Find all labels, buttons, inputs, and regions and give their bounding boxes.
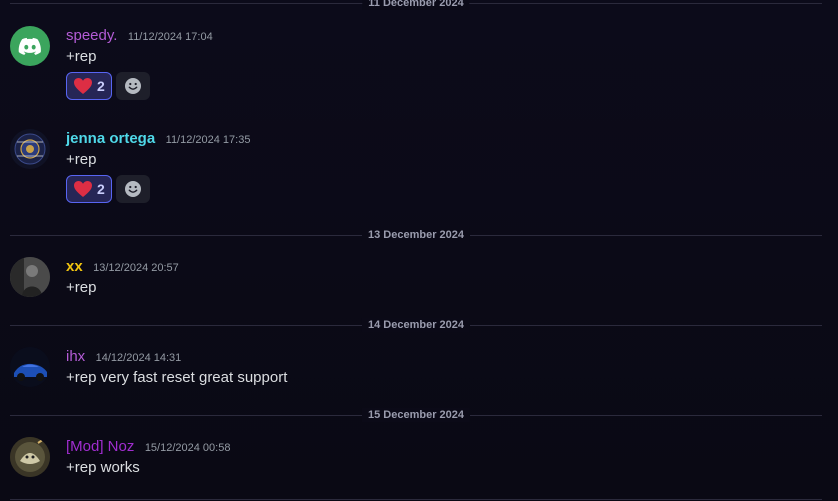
timestamp: 14/12/2024 14:31 — [95, 352, 182, 364]
username[interactable]: [Mod] Noz — [66, 438, 134, 455]
message-body: speedy. 11/12/2024 17:04 +rep 2 — [66, 26, 828, 100]
message-header: jenna ortega 11/12/2024 17:35 — [66, 129, 828, 149]
avatar[interactable] — [10, 26, 50, 66]
badge-logo-icon — [10, 129, 50, 169]
timestamp: 11/12/2024 17:35 — [165, 134, 251, 146]
discord-logo-icon — [18, 37, 41, 55]
message-content: +rep — [66, 279, 97, 296]
message[interactable]: ihx 14/12/2024 14:31 +rep very fast rese… — [10, 347, 828, 391]
avatar[interactable] — [10, 129, 50, 169]
car-photo-icon — [10, 347, 50, 387]
message[interactable]: xx 13/12/2024 20:57 +rep — [10, 257, 828, 301]
username[interactable]: jenna ortega — [66, 130, 155, 147]
reaction-heart[interactable]: 2 — [66, 72, 112, 100]
timestamp: 11/12/2024 17:04 — [127, 31, 213, 43]
message-header: ihx 14/12/2024 14:31 — [66, 347, 828, 367]
user-photo-icon — [10, 257, 50, 297]
smiley-icon — [124, 78, 141, 94]
chat-log: 11 December 2024 speedy. 11/12/2024 17:0… — [0, 0, 838, 501]
username[interactable]: xx — [66, 258, 83, 275]
message-body: [Mod] Noz 15/12/2024 00:58 +rep works — [66, 437, 828, 479]
message[interactable]: [Mod] Noz 15/12/2024 00:58 +rep works — [10, 437, 828, 481]
message-content: +rep — [66, 48, 97, 65]
date-divider: 11 December 2024 — [10, 0, 822, 10]
reactions-bar: 2 — [66, 72, 828, 100]
message[interactable]: speedy. 11/12/2024 17:04 +rep 2 — [10, 26, 828, 106]
avatar[interactable] — [10, 437, 50, 477]
add-reaction-button[interactable] — [115, 175, 150, 203]
message[interactable]: jenna ortega 11/12/2024 17:35 +rep 2 — [10, 129, 828, 209]
username[interactable]: speedy. — [66, 27, 117, 44]
reactions-bar: 2 — [66, 175, 828, 203]
timestamp: 15/12/2024 00:58 — [144, 442, 231, 454]
date-divider-label: 13 December 2024 — [361, 228, 471, 242]
avatar[interactable] — [10, 257, 50, 297]
message-content: +rep works — [66, 459, 140, 476]
timestamp: 13/12/2024 20:57 — [93, 262, 179, 274]
message-header: speedy. 11/12/2024 17:04 — [66, 26, 828, 46]
username[interactable]: ihx — [66, 348, 85, 365]
message-content: +rep very fast reset great support — [66, 369, 288, 386]
date-divider: 13 December 2024 — [10, 228, 822, 242]
date-divider-label: 15 December 2024 — [361, 408, 471, 422]
heart-icon — [74, 78, 92, 94]
date-divider-label: 11 December 2024 — [362, 0, 470, 10]
message-header: xx 13/12/2024 20:57 — [66, 257, 828, 277]
message-header: [Mod] Noz 15/12/2024 00:58 — [66, 437, 828, 457]
date-divider — [10, 499, 822, 500]
message-body: xx 13/12/2024 20:57 +rep — [66, 257, 828, 299]
smiley-icon — [124, 181, 141, 197]
message-body: ihx 14/12/2024 14:31 +rep very fast rese… — [66, 347, 828, 389]
reaction-count: 2 — [97, 78, 105, 94]
reaction-heart[interactable]: 2 — [66, 175, 112, 203]
creature-photo-icon — [10, 437, 50, 477]
add-reaction-button[interactable] — [115, 72, 150, 100]
date-divider: 14 December 2024 — [10, 318, 822, 332]
heart-icon — [74, 181, 92, 197]
reaction-count: 2 — [97, 181, 105, 197]
message-content: +rep — [66, 151, 97, 168]
date-divider-label: 14 December 2024 — [361, 318, 471, 332]
date-divider: 15 December 2024 — [10, 408, 822, 422]
message-body: jenna ortega 11/12/2024 17:35 +rep 2 — [66, 129, 828, 203]
avatar[interactable] — [10, 347, 50, 387]
